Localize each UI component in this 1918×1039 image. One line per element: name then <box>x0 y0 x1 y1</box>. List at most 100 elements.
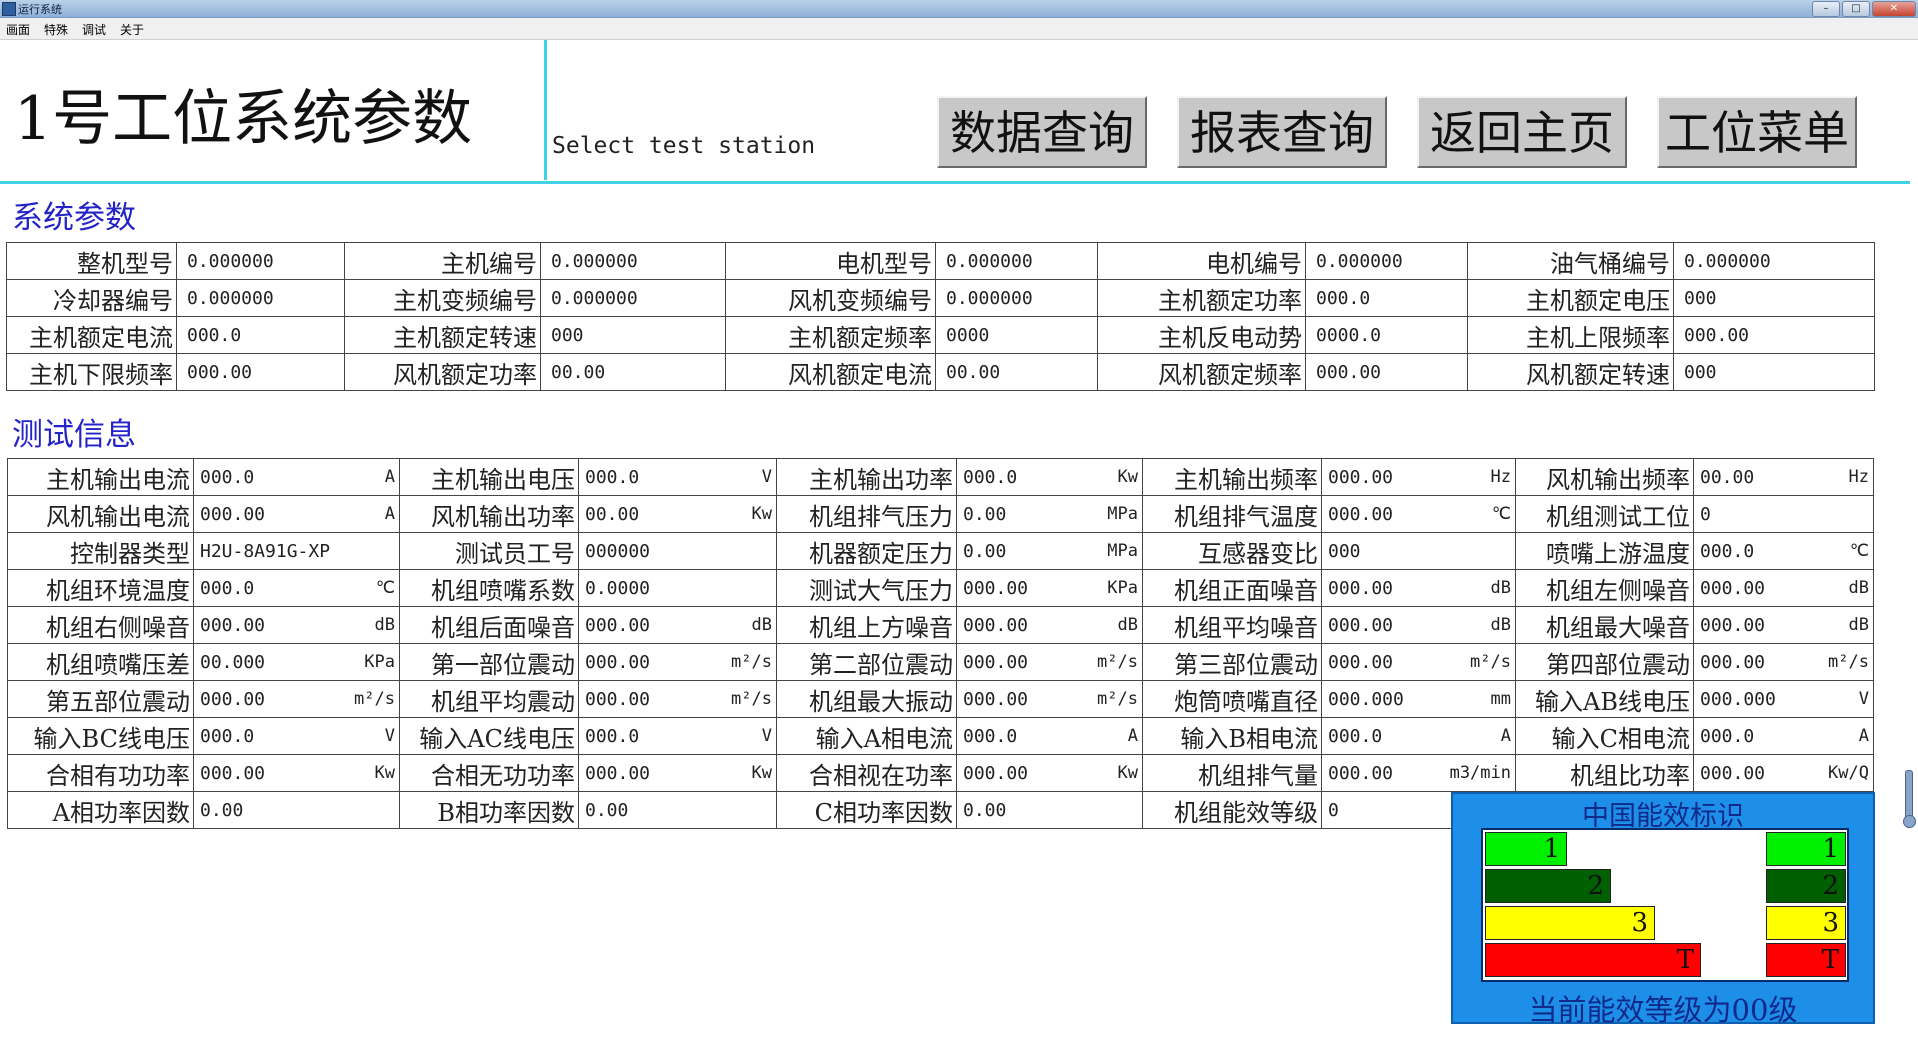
current-grade-indicator-3: 3 <box>1766 906 1846 940</box>
param-value[interactable]: 000.0 <box>176 316 345 354</box>
param-value[interactable]: 0.000000 <box>1305 242 1468 280</box>
maximize-button[interactable]: □ <box>1842 1 1870 17</box>
close-button[interactable]: ✕ <box>1872 1 1916 17</box>
test-unit: dB <box>751 614 772 635</box>
test-value: 000.00 <box>1328 762 1394 784</box>
station-menu-button[interactable]: 工位菜单 <box>1657 96 1857 168</box>
test-value-cell: 000 <box>1321 532 1516 570</box>
param-value[interactable]: 0.000000 <box>935 279 1098 317</box>
data-query-button[interactable]: 数据查询 <box>937 96 1147 168</box>
test-value-cell: 000.0 A <box>1321 717 1516 755</box>
current-grade-status: 当前能效等级为00级 <box>1528 993 1798 1027</box>
test-value: 000.00 <box>1328 503 1394 525</box>
param-value[interactable]: 0000.0 <box>1305 316 1468 354</box>
param-label: 风机变频编号 <box>725 279 936 317</box>
test-value: 000.00 <box>1700 577 1766 599</box>
test-value: 0.00 <box>963 503 1007 525</box>
param-value[interactable]: 000 <box>1673 279 1875 317</box>
test-label: 机组平均噪音 <box>1142 606 1322 644</box>
table-row: 整机型号 0.000000 主机编号 0.000000 电机型号 0.000000 电机编号… <box>6 242 1875 280</box>
menu-item-about[interactable]: 关于 <box>114 18 152 39</box>
current-grade-indicator-t: T <box>1766 943 1846 977</box>
param-value[interactable]: 000 <box>540 316 726 354</box>
test-label: 合相无功功率 <box>399 754 579 792</box>
param-value[interactable]: 0000 <box>935 316 1098 354</box>
test-value: 0 <box>1328 799 1339 821</box>
test-info-table: 主机输出电流 000.0 A 主机输出电压 000.0 V 主机输出功率 000.0 Kw 主机输… <box>7 458 1874 829</box>
param-value[interactable]: 0.000000 <box>935 242 1098 280</box>
test-value-cell: 0.00 MPa <box>956 495 1143 533</box>
test-value-cell: 000.0 A <box>193 458 400 496</box>
window-titlebar: 运行系统 – □ ✕ <box>0 0 1918 18</box>
param-value[interactable]: 0.000000 <box>176 242 345 280</box>
system-params-title: 系统参数 <box>12 200 136 236</box>
test-value-cell: 000.00 m²/s <box>956 643 1143 681</box>
test-value-cell: 000.00 dB <box>193 606 400 644</box>
test-value-cell: 000.00 Kw <box>956 754 1143 792</box>
test-label: 控制器类型 <box>7 532 194 570</box>
test-value-cell: 000.0 A <box>956 717 1143 755</box>
param-value[interactable]: 00.00 <box>540 353 726 391</box>
test-label: 机组最大噪音 <box>1515 606 1694 644</box>
param-value[interactable]: 00.00 <box>935 353 1098 391</box>
param-value[interactable]: 000.00 <box>176 353 345 391</box>
test-unit: mm <box>1490 688 1511 709</box>
select-station-label[interactable]: Select test station <box>552 133 815 159</box>
test-unit: dB <box>374 614 395 635</box>
test-unit: ℃ <box>1849 540 1869 561</box>
param-value[interactable]: 000 <box>1673 353 1875 391</box>
param-value[interactable]: 0.000000 <box>1673 242 1875 280</box>
test-unit: ℃ <box>1491 503 1511 524</box>
test-value-cell: 000.00 m²/s <box>578 680 777 718</box>
test-value-cell: 000.00 m²/s <box>193 680 400 718</box>
test-value-cell: 000.00 dB <box>1321 606 1516 644</box>
test-label: 风机输出频率 <box>1515 458 1694 496</box>
table-row: 主机输出电流 000.0 A 主机输出电压 000.0 V 主机输出功率 000.0 Kw 主机输… <box>7 458 1874 496</box>
param-label: 电机型号 <box>725 242 936 280</box>
table-row: 风机输出电流 000.00 A 风机输出功率 00.00 Kw 机组排气压力 0.00 MPa 机… <box>7 495 1874 533</box>
test-value-cell: 000000 <box>578 532 777 570</box>
report-query-button[interactable]: 报表查询 <box>1177 96 1387 168</box>
param-value[interactable]: 0.000000 <box>540 279 726 317</box>
menu-item-screen[interactable]: 画面 <box>0 18 38 39</box>
test-value: 0.00 <box>585 799 629 821</box>
test-label: 主机输出电压 <box>399 458 579 496</box>
param-value[interactable]: 0.000000 <box>176 279 345 317</box>
param-label: 风机额定频率 <box>1097 353 1306 391</box>
return-home-button[interactable]: 返回主页 <box>1417 96 1627 168</box>
test-label: 合相视在功率 <box>776 754 957 792</box>
test-value: 000.00 <box>1328 614 1394 636</box>
test-value: 0.00 <box>963 799 1007 821</box>
test-value: 000.00 <box>200 503 266 525</box>
test-value-cell: 000.00 m²/s <box>1321 643 1516 681</box>
test-value: 00.000 <box>200 651 266 673</box>
test-value-cell: 0.00 <box>193 791 400 829</box>
menu-item-special[interactable]: 特殊 <box>38 18 76 39</box>
test-unit: m²/s <box>1097 688 1138 709</box>
param-value[interactable]: 000.00 <box>1305 353 1468 391</box>
minimize-button[interactable]: – <box>1812 1 1840 17</box>
test-label: 测试员工号 <box>399 532 579 570</box>
test-value: 000.0 <box>1700 725 1755 747</box>
test-value: 000.0 <box>1700 540 1755 562</box>
test-value: 000.00 <box>585 762 651 784</box>
param-value[interactable]: 000.00 <box>1673 316 1875 354</box>
test-value: 00.00 <box>1700 466 1755 488</box>
test-unit: dB <box>1490 577 1511 598</box>
param-label: 风机额定功率 <box>344 353 541 391</box>
window-controls: – □ ✕ <box>1812 1 1916 17</box>
test-unit: Kw <box>1117 762 1138 783</box>
test-value-cell: 0 <box>1693 495 1874 533</box>
test-label: 第四部位震动 <box>1515 643 1694 681</box>
test-label: 机组最大振动 <box>776 680 957 718</box>
test-value: 000.00 <box>200 762 266 784</box>
test-label: 机组右侧噪音 <box>7 606 194 644</box>
menu-item-debug[interactable]: 调试 <box>76 18 114 39</box>
test-value-cell: 000.00 dB <box>1321 569 1516 607</box>
test-value: 000.00 <box>200 614 266 636</box>
param-value[interactable]: 0.000000 <box>540 242 726 280</box>
test-label: 主机输出功率 <box>776 458 957 496</box>
test-label: 第三部位震动 <box>1142 643 1322 681</box>
param-value[interactable]: 000.0 <box>1305 279 1468 317</box>
header-divider <box>0 181 1910 184</box>
